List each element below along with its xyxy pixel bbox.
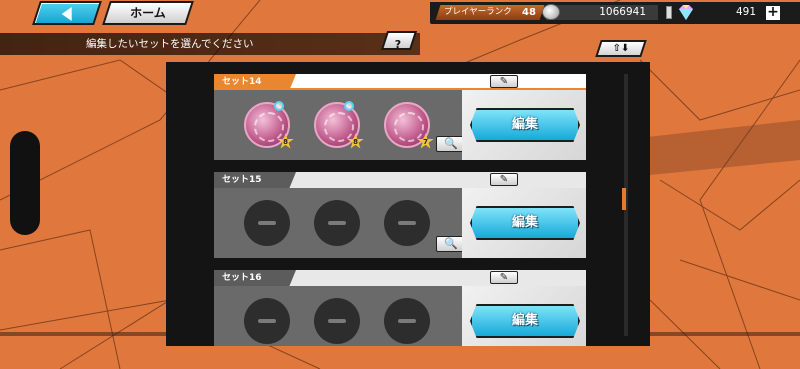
- set-action-area: 編集: [462, 286, 586, 346]
- set-header: セット14 ✎: [214, 74, 586, 90]
- slot-filled[interactable]: 8: [314, 101, 364, 149]
- back-arrow-icon: [61, 7, 72, 21]
- set-card[interactable]: セット14 ✎ 8 8 7 🔍 編集: [214, 74, 586, 164]
- sort-button[interactable]: ⇧⬇: [595, 40, 647, 57]
- set-header: セット15 ✎: [214, 172, 586, 188]
- gem-icon: [679, 5, 693, 20]
- slot-filled[interactable]: 8: [244, 101, 294, 149]
- set-list-panel: セット14 ✎ 8 8 7 🔍 編集 セット15 ✎ 🔍 編集 セット16 ✎ …: [166, 62, 650, 346]
- player-rank: プレイヤーランク 48: [435, 5, 545, 20]
- set-header: セット16 ✎: [214, 270, 586, 286]
- star-level-badge: 8: [277, 133, 294, 149]
- set-name: セット14: [222, 77, 262, 87]
- set-card[interactable]: セット16 ✎ 編集: [214, 270, 586, 346]
- add-gems-button[interactable]: +: [766, 5, 780, 20]
- home-button-label: ホーム: [130, 6, 166, 20]
- clip-icon: [274, 101, 284, 111]
- set-tab: セット16: [214, 270, 296, 286]
- pencil-icon: ✎: [499, 174, 509, 185]
- edit-button-label: 編集: [511, 117, 538, 132]
- star-level-badge: 8: [347, 133, 364, 149]
- set-list: セット14 ✎ 8 8 7 🔍 編集 セット15 ✎ 🔍 編集 セット16 ✎ …: [174, 66, 614, 346]
- coin-value: 1066941: [599, 6, 646, 18]
- set-name: セット15: [222, 175, 262, 185]
- rename-button[interactable]: ✎: [490, 271, 518, 284]
- star-level-badge: 7: [417, 133, 434, 149]
- set-action-area: 編集: [462, 188, 586, 258]
- set-tab: セット15: [214, 172, 296, 188]
- back-button[interactable]: [32, 1, 102, 25]
- set-tab: セット14: [214, 74, 296, 90]
- coin-counter: 1066941: [542, 4, 658, 20]
- edit-button[interactable]: 編集: [470, 304, 580, 338]
- slot-empty[interactable]: [384, 200, 430, 246]
- slot-empty[interactable]: [244, 298, 290, 344]
- instruction-bar: 編集したいセットを選んでください: [0, 33, 420, 55]
- gem-value: 491: [735, 6, 756, 18]
- set-slots: 🔍: [214, 188, 466, 258]
- coin-icon: [542, 4, 560, 20]
- instruction-text: 編集したいセットを選んでください: [86, 38, 254, 50]
- player-rank-value: 48: [522, 7, 536, 18]
- rename-button[interactable]: ✎: [490, 173, 518, 186]
- side-drawer-handle[interactable]: [10, 131, 40, 235]
- slot-filled[interactable]: 7: [384, 102, 434, 149]
- scrollbar-thumb[interactable]: [622, 188, 626, 210]
- clip-icon: [344, 101, 354, 111]
- help-icon: ?: [394, 38, 401, 51]
- slot-empty[interactable]: [314, 200, 360, 246]
- set-slots: 8 8 7 🔍: [214, 90, 466, 160]
- top-bar: ホーム プレイヤーランク 48 1066941 491 +: [0, 0, 800, 26]
- help-button[interactable]: ?: [380, 31, 418, 51]
- energy-icon: [666, 6, 672, 19]
- slot-empty[interactable]: [244, 200, 290, 246]
- pencil-icon: ✎: [499, 76, 509, 87]
- slot-empty[interactable]: [384, 298, 430, 344]
- set-action-area: 編集: [462, 90, 586, 160]
- player-rank-label: プレイヤーランク: [444, 7, 512, 17]
- pencil-icon: ✎: [499, 272, 509, 283]
- rename-button[interactable]: ✎: [490, 75, 518, 88]
- set-name: セット16: [222, 273, 262, 283]
- slot-empty[interactable]: [314, 298, 360, 344]
- set-card[interactable]: セット15 ✎ 🔍 編集: [214, 172, 586, 262]
- edit-button[interactable]: 編集: [470, 108, 580, 142]
- edit-button[interactable]: 編集: [470, 206, 580, 240]
- magnifier-icon: 🔍: [444, 237, 458, 250]
- edit-button-label: 編集: [511, 215, 538, 230]
- set-slots: [214, 286, 462, 346]
- home-button[interactable]: ホーム: [102, 1, 194, 25]
- magnifier-icon: 🔍: [444, 137, 458, 150]
- edit-button-label: 編集: [511, 313, 538, 328]
- player-status-bar: プレイヤーランク 48 1066941 491 +: [430, 2, 800, 24]
- sort-icon: ⇧⬇: [612, 43, 630, 54]
- gem-counter: 491 +: [666, 5, 786, 20]
